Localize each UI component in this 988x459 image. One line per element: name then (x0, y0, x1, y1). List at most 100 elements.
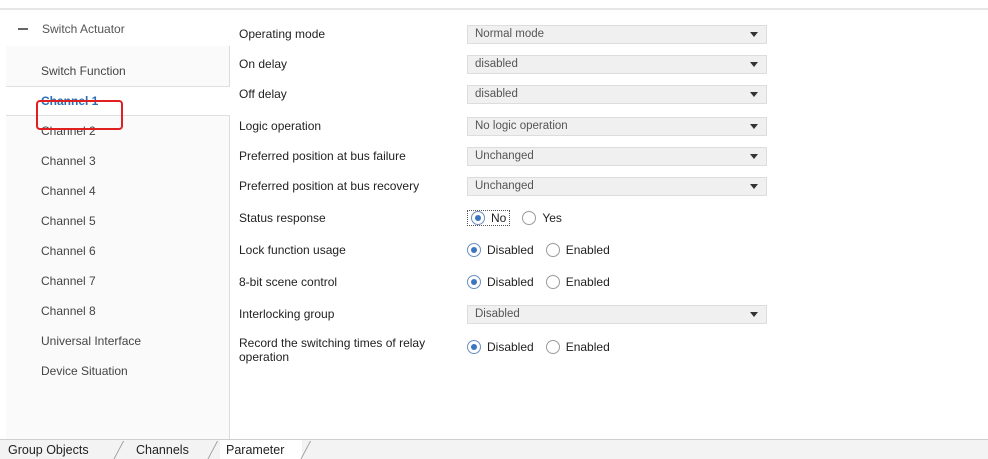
dropdown-value: disabled (475, 88, 518, 100)
sidebar-item-label: Switch Function (41, 64, 126, 78)
radio-label: Yes (542, 211, 562, 225)
chevron-down-icon (750, 183, 758, 189)
param-row-operating-mode: Operating mode Normal mode (231, 24, 988, 44)
param-label: Record the switching times of relay oper… (239, 336, 425, 364)
param-row-logic-operation: Logic operation No logic operation (231, 116, 988, 136)
sidebar-header-switch-actuator[interactable]: Switch Actuator (6, 12, 230, 46)
radio-label: Enabled (565, 243, 610, 257)
sidebar-item-universal-interface[interactable]: Universal Interface (6, 326, 230, 356)
dropdown-value: Normal mode (475, 28, 545, 40)
chevron-down-icon (750, 311, 758, 317)
param-label: On delay (239, 57, 288, 71)
param-row-on-delay: On delay disabled (231, 54, 988, 74)
dropdown-value: Unchanged (475, 180, 534, 192)
sidebar-item-channel-6[interactable]: Channel 6 (6, 236, 230, 266)
sidebar-item-label: Channel 6 (41, 244, 96, 258)
scene-control-radio-group: Disabled Enabled (467, 275, 622, 289)
param-row-status-response: Status response No Yes (231, 208, 988, 228)
radio-selected-icon[interactable] (467, 340, 481, 354)
tab-label: Group Objects (8, 443, 89, 457)
sidebar-item-channel-4[interactable]: Channel 4 (6, 176, 230, 206)
tab-group-objects[interactable]: Group Objects (8, 440, 108, 459)
parameter-panel: Operating mode Normal mode On delay disa… (231, 12, 988, 439)
radio-label: Disabled (487, 275, 534, 289)
tab-parameter[interactable]: Parameter (220, 440, 302, 459)
sidebar-item-label: Channel 5 (41, 214, 96, 228)
top-border (0, 0, 988, 10)
chevron-down-icon (750, 123, 758, 129)
radio-label: Enabled (565, 340, 610, 354)
bus-failure-dropdown[interactable]: Unchanged (467, 146, 767, 166)
scene-control-option-disabled[interactable]: Disabled (467, 275, 534, 289)
sidebar-item-label: Universal Interface (41, 334, 142, 348)
param-row-off-delay: Off delay disabled (231, 84, 988, 104)
param-label-line1: Record the switching times of relay (239, 336, 426, 350)
sidebar-item-channel-3[interactable]: Channel 3 (6, 146, 230, 176)
param-label: Status response (239, 211, 326, 225)
radio-selected-icon[interactable] (471, 211, 485, 225)
tab-separator (206, 441, 219, 459)
radio-label: Enabled (565, 275, 610, 289)
tab-label: Parameter (226, 443, 285, 457)
param-row-interlocking-group: Interlocking group Disabled (231, 304, 988, 324)
sidebar-item-channel-2[interactable]: Channel 2 (6, 116, 230, 146)
collapse-minus-icon[interactable] (18, 28, 28, 30)
lock-function-option-disabled[interactable]: Disabled (467, 243, 534, 257)
dropdown-value: Disabled (475, 308, 520, 320)
radio-unselected-icon[interactable] (545, 275, 560, 289)
radio-label: No (491, 211, 507, 225)
operating-mode-dropdown[interactable]: Normal mode (467, 24, 767, 44)
status-response-option-yes[interactable]: Yes (522, 211, 562, 225)
radio-label: Disabled (487, 243, 534, 257)
on-delay-dropdown[interactable]: disabled (467, 54, 767, 74)
chevron-down-icon (750, 153, 758, 159)
param-label: Operating mode (239, 27, 326, 41)
param-label: Logic operation (239, 119, 322, 133)
sidebar-item-channel-8[interactable]: Channel 8 (6, 296, 230, 326)
sidebar-item-label: Channel 3 (41, 154, 96, 168)
status-response-option-no[interactable]: No (467, 210, 511, 226)
chevron-down-icon (750, 61, 758, 67)
tab-channels[interactable]: Channels (136, 440, 206, 459)
param-row-record-switching: Record the switching times of relay oper… (231, 334, 988, 366)
sidebar-item-channel-1[interactable]: Channel 1 (6, 86, 230, 116)
param-label: Preferred position at bus recovery (239, 179, 420, 193)
sidebar-item-label: Channel 1 (41, 94, 99, 108)
record-switching-option-disabled[interactable]: Disabled (467, 340, 534, 354)
param-row-bus-failure: Preferred position at bus failure Unchan… (231, 146, 988, 166)
record-switching-radio-group: Disabled Enabled (467, 340, 622, 354)
param-row-scene-control: 8-bit scene control Disabled Enabled (231, 272, 988, 292)
radio-unselected-icon[interactable] (545, 243, 560, 257)
radio-label: Disabled (487, 340, 534, 354)
param-label: Off delay (239, 87, 287, 101)
tab-separator (112, 441, 125, 459)
logic-operation-dropdown[interactable]: No logic operation (467, 116, 767, 136)
param-label-line2: operation (239, 350, 290, 364)
radio-unselected-icon[interactable] (545, 340, 560, 354)
off-delay-dropdown[interactable]: disabled (467, 84, 767, 104)
bus-recovery-dropdown[interactable]: Unchanged (467, 176, 767, 196)
param-label: 8-bit scene control (239, 275, 338, 289)
lock-function-option-enabled[interactable]: Enabled (545, 243, 610, 257)
sidebar-item-label: Device Situation (41, 364, 128, 378)
param-label: Interlocking group (239, 307, 335, 321)
lock-function-radio-group: Disabled Enabled (467, 243, 622, 257)
bottom-tab-bar: Group Objects Channels Parameter (0, 439, 988, 459)
tab-label: Channels (136, 443, 189, 457)
radio-selected-icon[interactable] (467, 275, 481, 289)
param-row-bus-recovery: Preferred position at bus recovery Uncha… (231, 176, 988, 196)
interlocking-group-dropdown[interactable]: Disabled (467, 304, 767, 324)
sidebar: Switch Actuator Switch Function Channel … (6, 12, 230, 439)
record-switching-option-enabled[interactable]: Enabled (545, 340, 610, 354)
sidebar-item-channel-5[interactable]: Channel 5 (6, 206, 230, 236)
dropdown-value: Unchanged (475, 150, 534, 162)
sidebar-item-label: Channel 4 (41, 184, 96, 198)
radio-selected-icon[interactable] (467, 243, 481, 257)
dropdown-value: No logic operation (475, 120, 568, 132)
sidebar-item-channel-7[interactable]: Channel 7 (6, 266, 230, 296)
radio-unselected-icon[interactable] (522, 211, 537, 225)
sidebar-item-switch-function[interactable]: Switch Function (6, 56, 230, 86)
sidebar-item-device-situation[interactable]: Device Situation (6, 356, 230, 386)
sidebar-item-label: Channel 7 (41, 274, 96, 288)
scene-control-option-enabled[interactable]: Enabled (545, 275, 610, 289)
